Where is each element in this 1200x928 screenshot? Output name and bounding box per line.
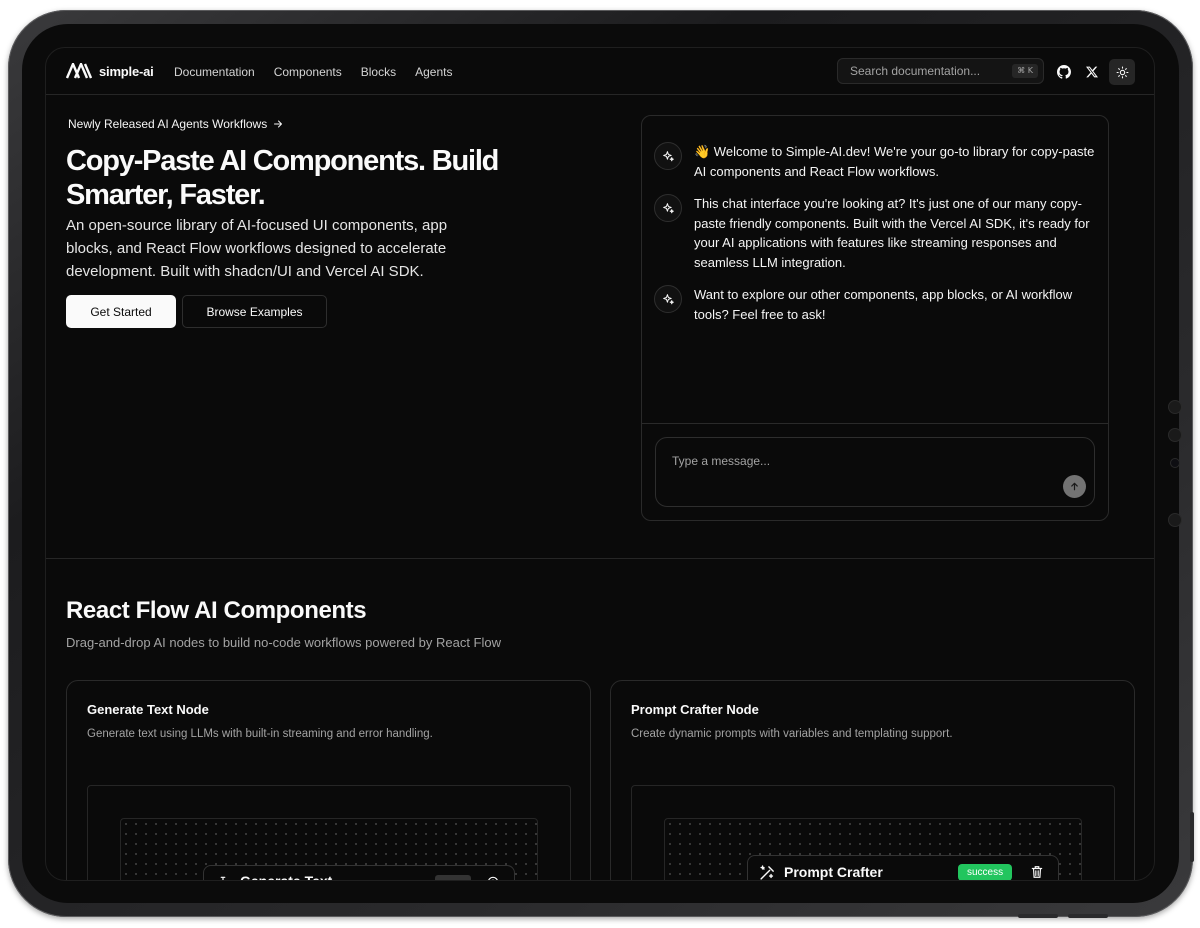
card-description: Generate text using LLMs with built-in s… <box>87 728 433 740</box>
top-navbar: simple-ai Documentation Components Block… <box>46 48 1154 95</box>
search-input[interactable]: Search documentation... ⌘ K <box>837 58 1044 84</box>
x-twitter-button[interactable] <box>1079 59 1105 85</box>
node-title: Generate Text <box>240 873 333 881</box>
sun-icon <box>1116 66 1128 78</box>
chat-input-placeholder: Type a message... <box>672 454 771 468</box>
assistant-avatar <box>654 194 682 222</box>
x-icon <box>1086 66 1098 78</box>
nav-link-documentation[interactable]: Documentation <box>174 65 255 79</box>
nav-link-agents[interactable]: Agents <box>415 65 452 79</box>
bottom-button-2 <box>1068 914 1108 918</box>
nav-link-blocks[interactable]: Blocks <box>361 65 396 79</box>
component-preview: Prompt Crafter success <box>631 785 1115 880</box>
sparkles-icon <box>662 202 674 213</box>
chat-message: Want to explore our other components, ap… <box>654 285 1099 324</box>
side-button <box>1190 812 1194 862</box>
flow-canvas[interactable]: Generate Text <box>120 818 538 881</box>
search-placeholder: Search documentation... <box>850 64 981 78</box>
chat-message-text: Want to explore our other components, ap… <box>694 287 1073 322</box>
node-status-badge: success <box>958 864 1013 880</box>
nav-links: Documentation Components Blocks Agents <box>174 65 452 79</box>
section-divider <box>46 558 1154 559</box>
camera-dot <box>1168 400 1182 414</box>
wand-icon <box>760 865 774 880</box>
card-description: Create dynamic prompts with variables an… <box>631 728 953 740</box>
arrow-up-icon <box>1071 482 1078 491</box>
get-started-button[interactable]: Get Started <box>66 295 176 328</box>
trash-icon[interactable] <box>1030 865 1044 879</box>
camera-dot-3 <box>1168 513 1182 527</box>
logo-mark <box>66 63 92 79</box>
node-title: Prompt Crafter <box>784 864 883 880</box>
hero-title: Copy-Paste AI Components. Build Smarter,… <box>66 145 499 211</box>
announcement-text: Newly Released AI Agents Workflows <box>68 117 268 131</box>
card-title: Generate Text Node <box>87 702 209 717</box>
hero-description: An open-source library of AI-focused UI … <box>66 217 448 280</box>
text-cursor-icon <box>220 876 226 880</box>
front-camera <box>1170 458 1180 468</box>
section-title: React Flow AI Components <box>66 597 367 624</box>
search-shortcut-badge: ⌘ K <box>1012 64 1038 78</box>
section-subtitle: Drag-and-drop AI nodes to build no-code … <box>66 635 502 650</box>
screen: simple-ai Documentation Components Block… <box>45 47 1155 881</box>
github-icon <box>1057 65 1071 79</box>
bottom-button <box>1018 914 1058 918</box>
assistant-avatar <box>654 142 682 170</box>
component-card-prompt-crafter[interactable]: Prompt Crafter Node Create dynamic promp… <box>610 680 1135 880</box>
browse-examples-button[interactable]: Browse Examples <box>182 295 327 328</box>
flow-canvas[interactable]: Prompt Crafter success <box>664 818 1082 880</box>
component-card-generate-text[interactable]: Generate Text Node Generate text using L… <box>66 680 591 881</box>
card-title: Prompt Crafter Node <box>631 702 759 717</box>
arrow-right-icon <box>274 120 283 128</box>
send-button[interactable] <box>1063 475 1086 498</box>
settings-icon[interactable] <box>486 875 500 881</box>
camera-dot-2 <box>1168 428 1182 442</box>
component-preview: Generate Text <box>87 785 571 881</box>
generate-text-node[interactable]: Generate Text <box>203 865 515 881</box>
chat-message: 👋 Welcome to Simple-AI.dev! We're your g… <box>654 142 1099 181</box>
chat-divider <box>642 423 1108 424</box>
chat-message-text: This chat interface you're looking at? I… <box>694 196 1090 270</box>
chat-panel: 👋 Welcome to Simple-AI.dev! We're your g… <box>641 115 1109 521</box>
brand-name: simple-ai <box>99 63 154 79</box>
chat-message-input[interactable]: Type a message... <box>655 437 1095 507</box>
github-button[interactable] <box>1051 59 1077 85</box>
sparkles-icon <box>662 293 674 304</box>
theme-toggle-button[interactable] <box>1109 59 1135 85</box>
nav-link-components[interactable]: Components <box>274 65 342 79</box>
chat-message: This chat interface you're looking at? I… <box>654 194 1099 272</box>
node-status-badge <box>435 875 471 880</box>
prompt-crafter-node[interactable]: Prompt Crafter success <box>747 855 1059 880</box>
announcement-link[interactable]: Newly Released AI Agents Workflows <box>68 117 284 131</box>
sparkles-icon <box>662 150 674 161</box>
brand-logo[interactable]: simple-ai <box>66 63 154 79</box>
assistant-avatar <box>654 285 682 313</box>
chat-message-text: 👋 Welcome to Simple-AI.dev! We're your g… <box>694 144 1095 179</box>
